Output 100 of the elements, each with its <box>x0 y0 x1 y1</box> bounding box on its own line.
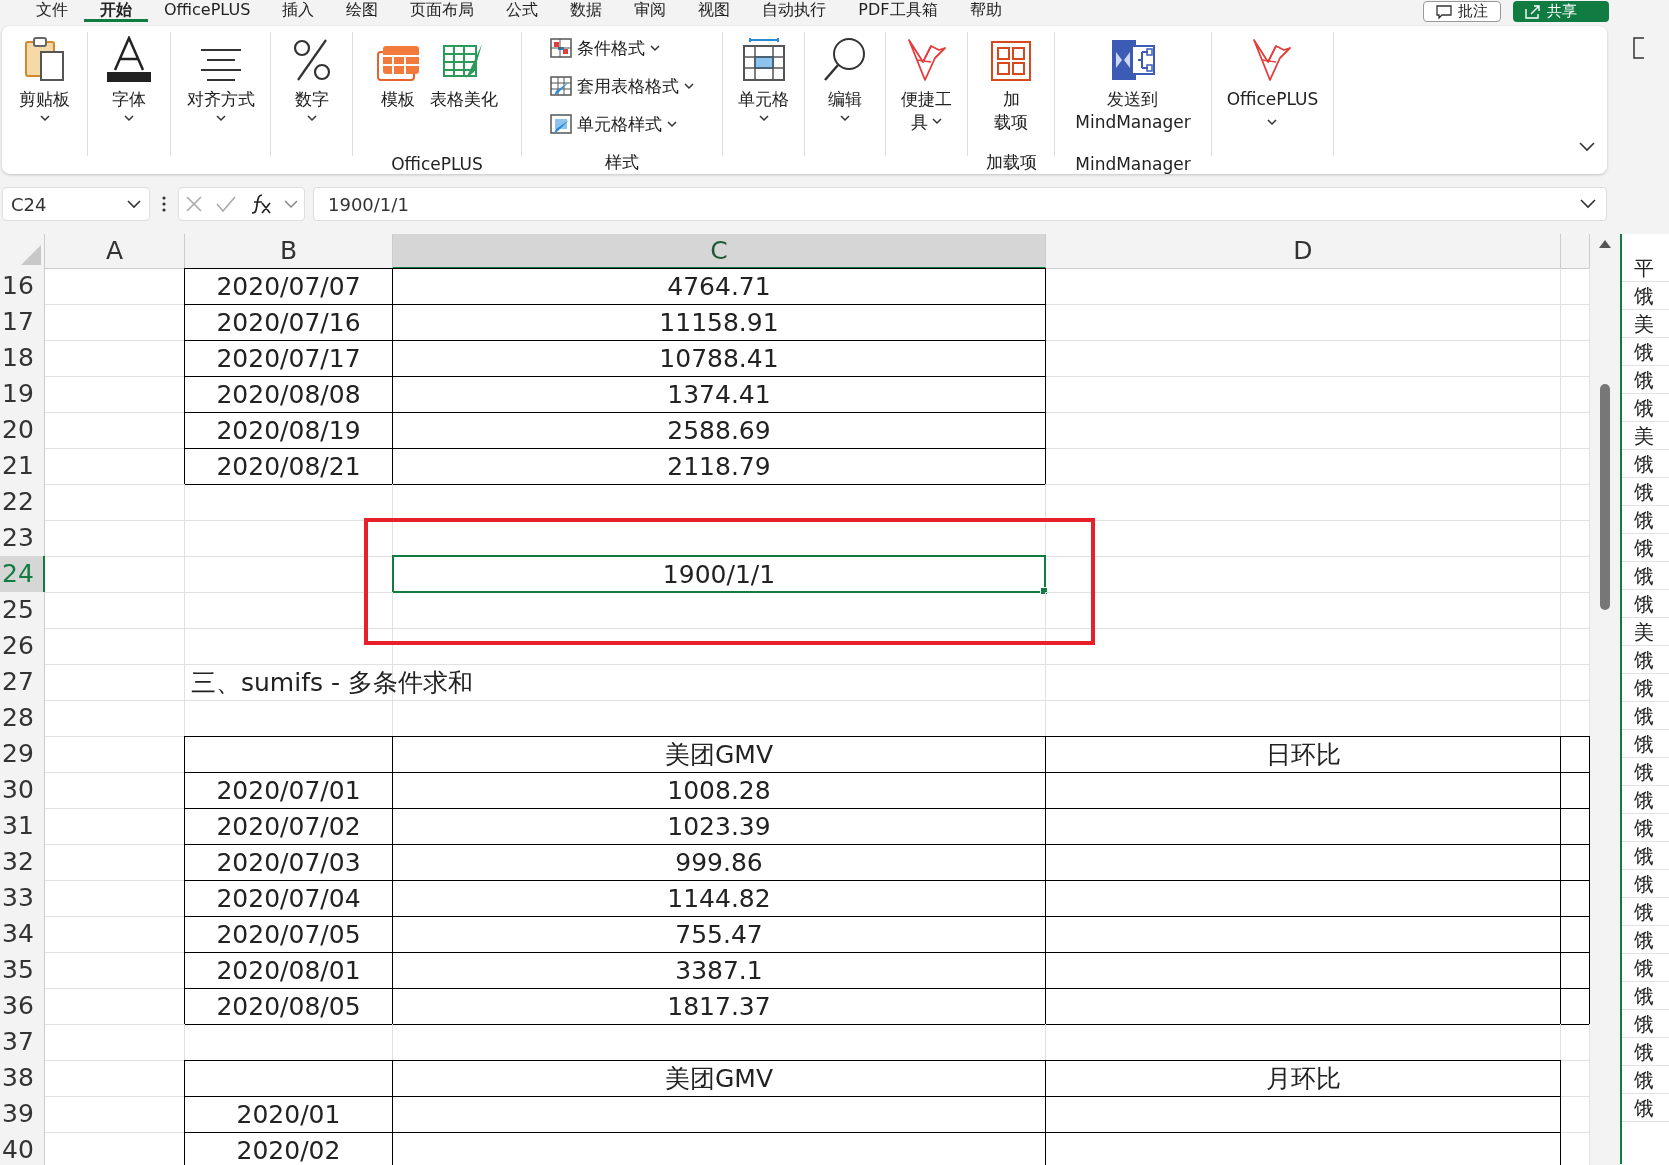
row-header[interactable]: 36 <box>0 988 45 1025</box>
check-icon[interactable] <box>215 195 238 213</box>
ribbon-button[interactable]: 剪贴板 <box>17 32 72 156</box>
dropdown-icon <box>283 199 298 209</box>
row-header[interactable]: 24 <box>0 556 45 593</box>
row-header[interactable]: 39 <box>0 1096 45 1133</box>
cells-icon <box>741 38 786 82</box>
row-header[interactable]: 25 <box>0 592 45 629</box>
table-cell: 10788.41 <box>393 340 1046 377</box>
row-header[interactable]: 23 <box>0 520 45 557</box>
table-cell: 3387.1 <box>393 952 1046 989</box>
group-label: OfficePLUS <box>391 154 483 174</box>
table-cell: 美团GMV <box>393 1060 1046 1097</box>
ribbon-tab[interactable]: 数据 <box>554 0 619 22</box>
table-cell: 2020/08/01 <box>185 952 393 989</box>
table-cell: 1023.39 <box>393 808 1046 845</box>
dropdown-icon <box>127 199 141 209</box>
table-cell: 平 <box>1622 254 1669 282</box>
row-header[interactable]: 22 <box>0 484 45 521</box>
align-icon <box>198 48 243 82</box>
row-header[interactable]: 16 <box>0 268 45 305</box>
cell-style-icon <box>550 114 572 134</box>
ribbon-button[interactable]: 表格美化 <box>428 32 500 156</box>
row-header[interactable]: 37 <box>0 1024 45 1061</box>
row-header[interactable]: 35 <box>0 952 45 989</box>
panel-icon <box>1632 36 1644 60</box>
ribbon-button[interactable]: 便捷工 具 <box>899 32 954 156</box>
table-cell: 1374.41 <box>393 376 1046 413</box>
function-icon[interactable] <box>249 193 272 215</box>
ribbon-button[interactable]: 编辑 <box>821 32 869 156</box>
table-cell: 2020/02 <box>185 1132 393 1165</box>
table-cell: 饿 <box>1622 646 1669 674</box>
ribbon-tab[interactable]: PDF工具箱 <box>842 0 954 22</box>
ribbon-tab[interactable]: 公式 <box>490 0 555 22</box>
row-header[interactable]: 26 <box>0 628 45 665</box>
ribbon-button[interactable]: 对齐方式 <box>184 32 257 156</box>
row-header[interactable]: 31 <box>0 808 45 845</box>
table-cell: 饿 <box>1622 1010 1669 1038</box>
column-header[interactable]: D <box>1046 234 1561 269</box>
table-cell: 美 <box>1622 422 1669 450</box>
row-header[interactable]: 29 <box>0 736 45 773</box>
ribbon-button[interactable]: 发送到 MindManager <box>1073 32 1193 156</box>
ribbon-button[interactable]: 单元格样式 <box>550 108 677 140</box>
table-cell: 4764.71 <box>393 268 1046 305</box>
ribbon-button[interactable]: OfficePLUS <box>1224 32 1321 156</box>
ribbon-tab[interactable]: 视图 <box>682 0 747 22</box>
ribbon-button[interactable]: 模板 <box>374 32 422 156</box>
ribbon-tab[interactable]: 自动执行 <box>746 0 843 22</box>
ribbon-tab[interactable]: 帮助 <box>953 0 1018 22</box>
column-header[interactable]: A <box>45 234 185 269</box>
ribbon-tab[interactable]: 绘图 <box>330 0 395 22</box>
row-header[interactable]: 28 <box>0 700 45 737</box>
ribbon-button[interactable]: 单元格 <box>736 32 791 156</box>
row-header[interactable]: 17 <box>0 304 45 341</box>
formula-field[interactable]: 1900/1/1 <box>313 187 1607 221</box>
table-cell: 美 <box>1622 618 1669 646</box>
ribbon-button[interactable]: 条件格式 <box>550 32 660 64</box>
table-cell: 饿 <box>1622 338 1669 366</box>
table-cell: 饿 <box>1622 730 1669 758</box>
table-cell: 2020/07/01 <box>185 772 393 809</box>
row-header[interactable]: 27 <box>0 664 45 701</box>
table-cell: 饿 <box>1622 926 1669 954</box>
more-icon[interactable] <box>162 196 166 212</box>
table-cell: 1144.82 <box>393 880 1046 917</box>
share-button[interactable]: 共享 <box>1513 1 1609 22</box>
comments-button[interactable]: 批注 <box>1423 1 1501 22</box>
table-cell: 999.86 <box>393 844 1046 881</box>
ribbon-tab[interactable]: 审阅 <box>618 0 683 22</box>
ribbon-button[interactable]: 套用表格格式 <box>550 70 694 102</box>
row-header[interactable]: 19 <box>0 376 45 413</box>
ribbon-tab[interactable]: 插入 <box>266 0 331 22</box>
row-header[interactable]: 21 <box>0 448 45 485</box>
row-header[interactable]: 34 <box>0 916 45 953</box>
row-header[interactable]: 18 <box>0 340 45 377</box>
table-cell: 2020/08/19 <box>185 412 393 449</box>
table-cell: 2020/08/05 <box>185 988 393 1025</box>
row-header[interactable]: 40 <box>0 1132 45 1165</box>
column-header[interactable]: C <box>393 234 1046 269</box>
scroll-up-icon[interactable] <box>1599 240 1611 248</box>
table-cell: 饿 <box>1622 534 1669 562</box>
collapse-ribbon-icon[interactable] <box>1579 142 1595 152</box>
table-cell: 饿 <box>1622 1094 1669 1122</box>
row-header[interactable]: 20 <box>0 412 45 449</box>
ribbon-button[interactable]: 字体 <box>103 32 155 156</box>
row-header[interactable]: 38 <box>0 1060 45 1097</box>
row-header[interactable]: 30 <box>0 772 45 809</box>
table-cell: 饿 <box>1622 450 1669 478</box>
ribbon-tab[interactable]: OfficePLUS <box>148 0 267 22</box>
table-cell: 755.47 <box>393 916 1046 953</box>
conditional-format-icon <box>550 38 572 58</box>
ribbon-tab[interactable]: 文件 <box>20 0 84 22</box>
table-cell: 2020/08/21 <box>185 448 393 485</box>
name-box[interactable]: C24 <box>2 187 150 221</box>
row-header[interactable]: 32 <box>0 844 45 881</box>
clipboard-icon <box>22 36 67 82</box>
row-header[interactable]: 33 <box>0 880 45 917</box>
ribbon-tab[interactable]: 开始 <box>84 0 148 22</box>
ribbon-tab[interactable]: 页面布局 <box>394 0 491 22</box>
ribbon-button[interactable]: 数字 <box>290 32 333 156</box>
scrollbar-thumb[interactable] <box>1600 384 1610 610</box>
